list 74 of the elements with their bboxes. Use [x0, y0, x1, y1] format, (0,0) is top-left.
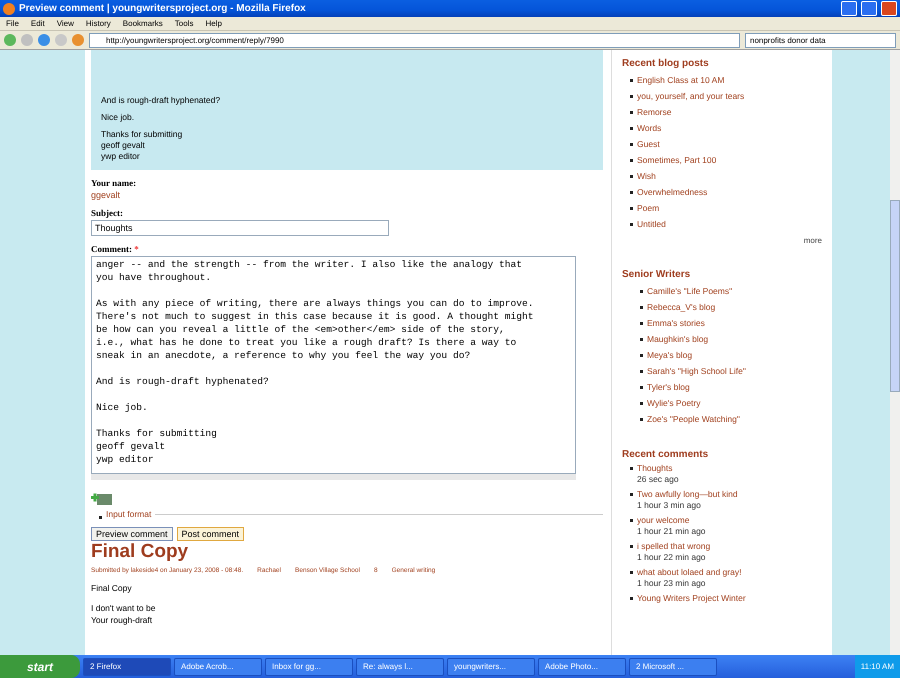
comment-time: 1 hour 22 min ago: [637, 552, 707, 563]
address-field[interactable]: http://youngwritersproject.org/comment/reply/7990: [89, 32, 740, 48]
menu-item[interactable]: Edit: [30, 19, 45, 28]
name-value: ggevalt: [91, 190, 122, 200]
writer-link[interactable]: Maughkin's blog: [647, 331, 708, 347]
writer-link[interactable]: Zoe's "People Watching": [647, 411, 740, 427]
clock: 11:10 AM: [860, 662, 894, 671]
comment-link[interactable]: Two awfully long—but kind: [637, 489, 738, 500]
comment-link[interactable]: your welcome: [637, 515, 706, 526]
taskbar-item[interactable]: Re: always l...: [356, 658, 444, 676]
menu-item[interactable]: Bookmarks: [122, 19, 163, 28]
input-format-link[interactable]: Input format: [106, 509, 152, 519]
writer-link[interactable]: Meya's blog: [647, 347, 692, 363]
writer-link[interactable]: Camille's "Life Poems": [647, 283, 732, 299]
taskbar-item[interactable]: Inbox for gg...: [265, 658, 353, 676]
section-heading: Recent comments: [622, 449, 710, 460]
more-link[interactable]: more: [804, 236, 822, 245]
comment-time: 1 hour 3 min ago: [637, 500, 702, 511]
post-title: Final Copy: [91, 541, 190, 563]
close-button[interactable]: [881, 1, 897, 16]
taskbar-item[interactable]: 2 Firefox: [83, 658, 171, 676]
writer-link[interactable]: Wylie's Poetry: [647, 395, 701, 411]
preview-text: Thanks for submitting geoff gevalt ywp editor: [101, 129, 184, 162]
blog-post-link[interactable]: English Class at 10 AM: [637, 72, 724, 88]
comment-time: 1 hour 21 min ago: [637, 526, 706, 537]
section-heading: Recent blog posts: [622, 58, 710, 69]
subject-label: Subject:: [91, 208, 124, 218]
writer-link[interactable]: Tyler's blog: [647, 379, 690, 395]
writer-link[interactable]: Emma's stories: [647, 315, 705, 331]
blog-post-link[interactable]: Overwhelmedness: [637, 184, 708, 200]
preview-text: And is rough-draft hyphenated?: [101, 95, 222, 106]
comment-time: 26 sec ago: [637, 474, 679, 485]
resize-grip[interactable]: [91, 474, 576, 480]
form-button[interactable]: Preview comment: [91, 527, 173, 541]
post-body-text: I don't want to be Your rough-draft: [91, 602, 156, 626]
comment-field[interactable]: anger -- and the strength -- from the writer. I also like the analogy that you have throughout. As with any piece of writing, there are always things you can do to improve. There's not much to suggest in this case because it is good. A thought might be how can you reveal a little of the <em>other</em> side of the story, i.e., what has he done to treat you like a rough draft? Is there a way to sneak in an anecdote, a reference to why you feel the way you do? And is rough-draft hyphenated? Nice job. Thanks for submitting geoff gevalt ywp editor: [91, 256, 576, 474]
comment-link[interactable]: Young Writers Project Winter: [637, 593, 746, 604]
subject-field[interactable]: Thoughts: [91, 220, 389, 236]
post-body-text: Final Copy: [91, 582, 133, 594]
minimize-button[interactable]: [841, 1, 857, 16]
blog-post-link[interactable]: you, yourself, and your tears: [637, 88, 744, 104]
blog-post-link[interactable]: Poem: [637, 200, 660, 216]
blog-post-link[interactable]: Remorse: [637, 104, 672, 120]
blog-post-link[interactable]: Wish: [637, 168, 656, 184]
menu-item[interactable]: Help: [205, 19, 222, 28]
scrollbar[interactable]: [890, 50, 900, 655]
required-mark: *: [134, 244, 139, 254]
writer-link[interactable]: Sarah's "High School Life": [647, 363, 746, 379]
taskbar-item[interactable]: youngwriters...: [447, 658, 535, 676]
taskbar-item[interactable]: Adobe Acrob...: [174, 658, 262, 676]
menu-item[interactable]: Tools: [174, 19, 194, 28]
comment-time: 1 hour 23 min ago: [637, 578, 707, 589]
blog-post-link[interactable]: Guest: [637, 136, 660, 152]
comment-label: Comment:: [91, 244, 132, 254]
maximize-button[interactable]: [861, 1, 877, 16]
preview-text: Nice job.: [101, 112, 136, 123]
comment-link[interactable]: what about lolaed and gray!: [637, 567, 742, 578]
menu-item[interactable]: File: [6, 19, 19, 28]
blog-post-link[interactable]: Sometimes, Part 100: [637, 152, 716, 168]
blog-post-link[interactable]: Untitled: [637, 216, 666, 232]
start-button[interactable]: start: [0, 655, 80, 678]
taskbar-item[interactable]: 2 Microsoft ...: [629, 658, 717, 676]
menu-item[interactable]: History: [86, 19, 111, 28]
writer-link[interactable]: Rebecca_V's blog: [647, 299, 716, 315]
blog-post-link[interactable]: Words: [637, 120, 662, 136]
menu-item[interactable]: View: [56, 19, 74, 28]
comment-link[interactable]: i spelled that wrong: [637, 541, 710, 552]
window-title: Preview comment | youngwritersproject.org - Mozilla Firefox: [19, 3, 307, 14]
search-field[interactable]: nonprofits donor data: [745, 32, 896, 48]
comment-link[interactable]: Thoughts: [637, 463, 679, 474]
taskbar-item[interactable]: Adobe Photo...: [538, 658, 626, 676]
name-label: Your name:: [91, 178, 138, 188]
form-button[interactable]: Post comment: [176, 527, 244, 541]
section-heading: Senior Writers: [622, 269, 692, 280]
